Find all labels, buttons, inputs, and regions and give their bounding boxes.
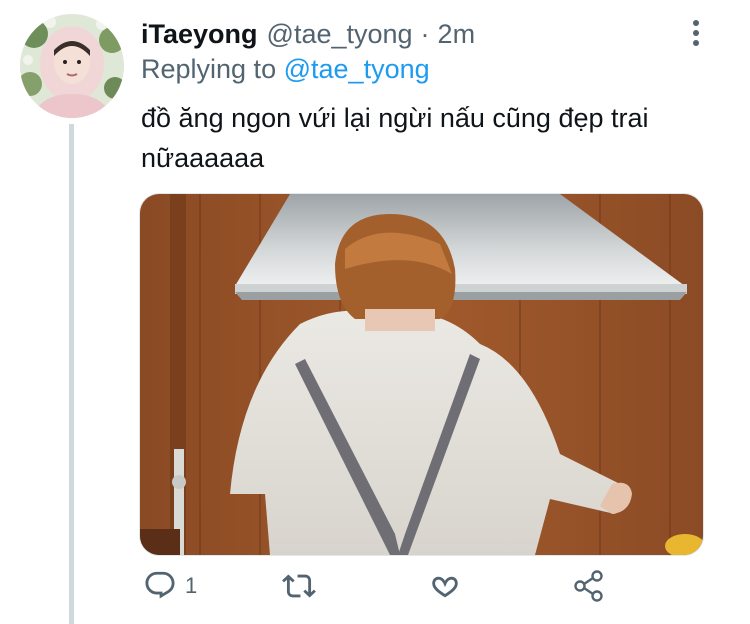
tweet-media[interactable] [139, 193, 704, 556]
reply-icon [145, 571, 175, 599]
thread-line [69, 124, 74, 624]
share-icon [574, 570, 603, 602]
replying-to-mention[interactable]: @tae_tyong [284, 54, 430, 84]
user-handle[interactable]: @tae_tyong [267, 19, 413, 50]
replying-prefix: Replying to [141, 54, 277, 84]
tweet-actions: 1 [139, 566, 702, 606]
reply-count: 1 [185, 573, 198, 598]
like-button[interactable] [427, 566, 463, 606]
separator-dot: · [420, 18, 430, 49]
reply-button[interactable]: 1 [143, 566, 197, 606]
retweet-button[interactable] [281, 566, 317, 606]
avatar[interactable] [20, 14, 124, 118]
like-icon [432, 576, 458, 598]
timestamp[interactable]: 2m [438, 19, 476, 50]
retweet-icon [282, 574, 316, 598]
tweet-text: đồ ăng ngon vứi lại ngừi nấu cũng đẹp tr… [141, 103, 649, 173]
share-button[interactable] [571, 566, 607, 606]
replying-to: Replying to @tae_tyong [141, 54, 430, 85]
avatar-image [20, 14, 124, 118]
display-name[interactable]: iTaeyong [141, 19, 258, 50]
more-icon [693, 20, 699, 46]
more-options-button[interactable] [680, 16, 712, 50]
tweet-header: iTaeyong @tae_tyong · 2m [141, 14, 475, 54]
media-photo [140, 194, 703, 555]
